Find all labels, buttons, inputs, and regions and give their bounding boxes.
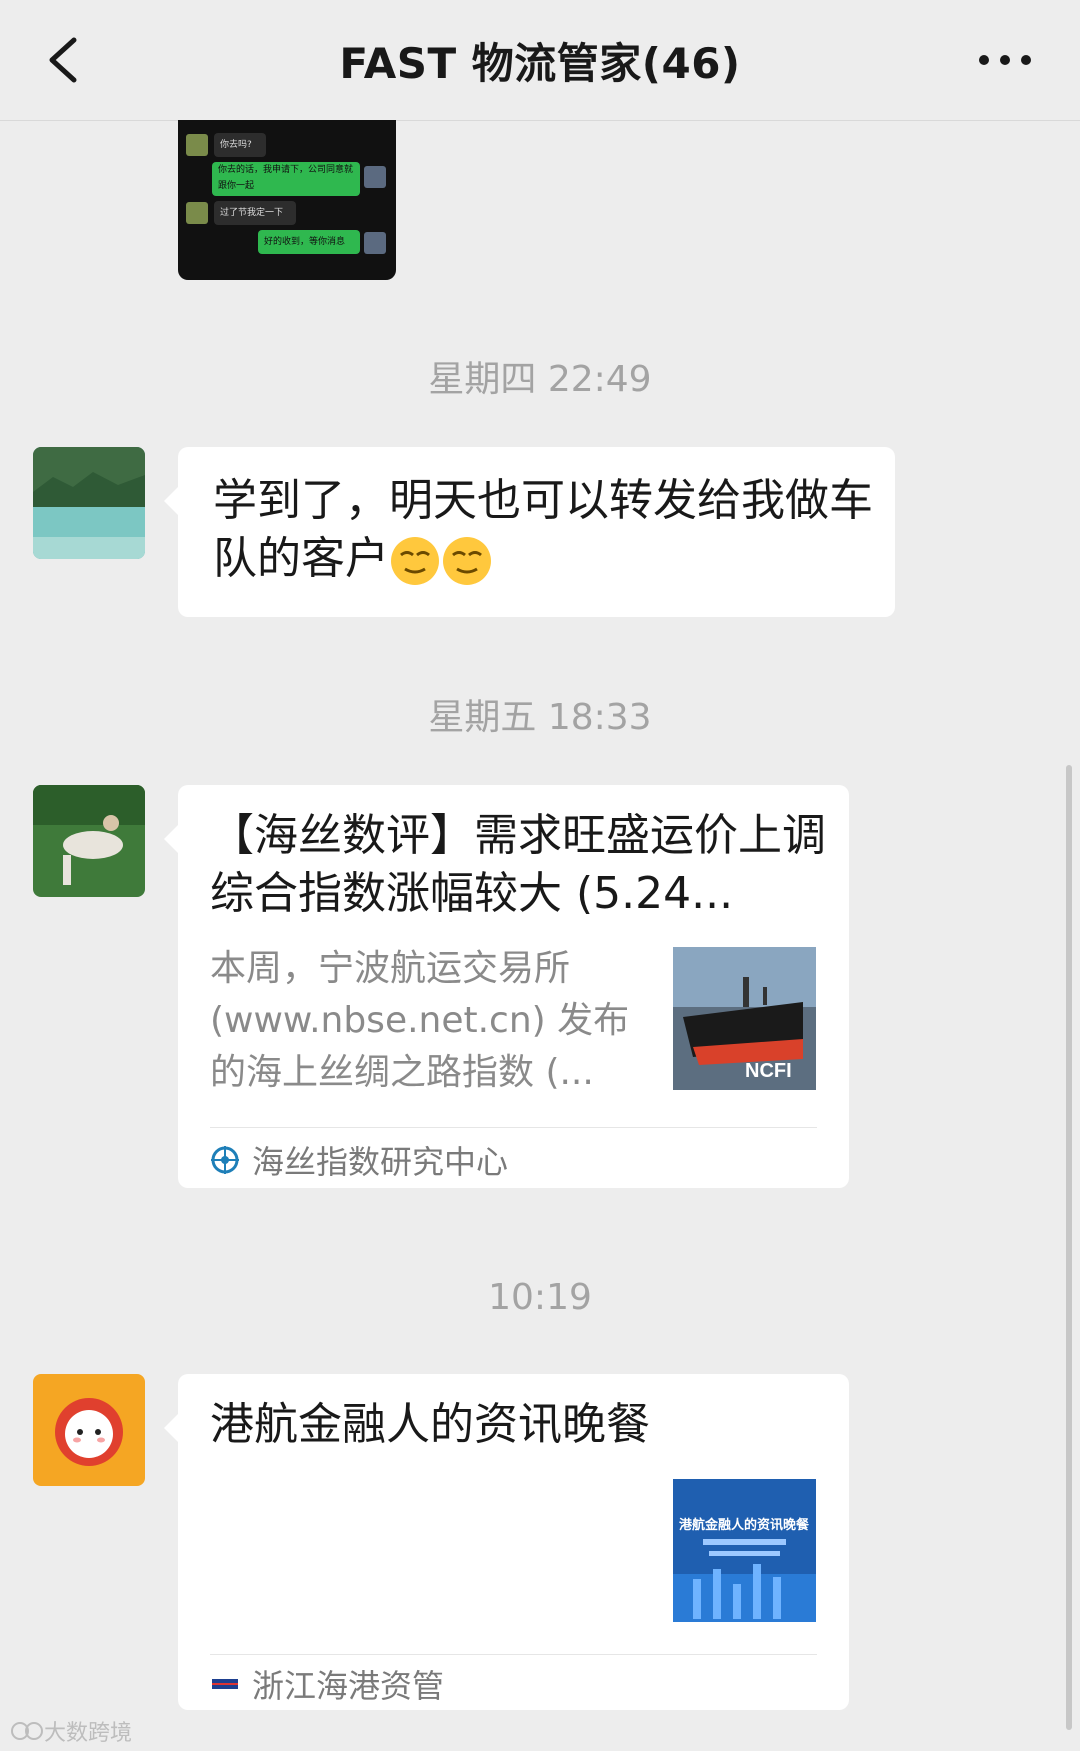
watermark: 大数跨境 bbox=[10, 1715, 132, 1747]
screenshot-bubble: 你去的话，我申请下，公司同意就跟你一起 bbox=[212, 162, 360, 196]
chat-title: FAST 物流管家(46) bbox=[339, 38, 741, 88]
image-message-chat-screenshot[interactable]: 你去吗? 你去的话，我申请下，公司同意就跟你一起 过了节我定一下 好的收到，等你… bbox=[178, 120, 396, 280]
compass-logo-icon bbox=[211, 1146, 239, 1174]
more-button[interactable] bbox=[970, 38, 1040, 82]
sly-smile-emoji-icon bbox=[441, 535, 493, 587]
avatar[interactable] bbox=[33, 447, 145, 559]
article-title: 【海丝数评】需求旺盛运价上调 综合指数涨幅较大 (5.24... bbox=[210, 810, 826, 919]
message-bubble[interactable]: 学到了，明天也可以转发给我做车队的客户 bbox=[164, 447, 895, 617]
screenshot-bubble: 好的收到，等你消息 bbox=[258, 230, 360, 254]
avatar[interactable] bbox=[33, 785, 145, 897]
article-thumbnail: 港航金融人的资讯晚餐 bbox=[673, 1479, 816, 1622]
card-divider bbox=[210, 1127, 817, 1128]
article-source: 浙江海港资管 bbox=[210, 1659, 444, 1709]
timestamp: 星期五 18:33 bbox=[428, 697, 652, 738]
scrollbar[interactable] bbox=[1066, 765, 1072, 1730]
screenshot-avatar bbox=[186, 134, 208, 156]
avatar[interactable] bbox=[33, 1374, 145, 1486]
svg-text:港航金融人的资讯晚餐: 港航金融人的资讯晚餐 bbox=[679, 1517, 810, 1533]
timestamp: 星期四 22:49 bbox=[428, 359, 652, 400]
watermark-logo-icon bbox=[11, 1722, 43, 1740]
article-thumbnail: NCFI bbox=[673, 947, 816, 1090]
article-card[interactable]: 【海丝数评】需求旺盛运价上调 综合指数涨幅较大 (5.24... 本周，宁波航运… bbox=[164, 785, 849, 1188]
source-name: 海丝指数研究中心 bbox=[252, 1143, 509, 1181]
sly-smile-emoji-icon bbox=[389, 535, 441, 587]
screenshot-avatar bbox=[364, 166, 386, 188]
screenshot-bubble: 你去吗? bbox=[214, 133, 266, 157]
timestamp: 10:19 bbox=[488, 1277, 592, 1318]
flag-logo-icon bbox=[212, 1679, 238, 1689]
message-text: 学到了，明天也可以转发给我做车队的客户 bbox=[213, 472, 873, 588]
screenshot-avatar bbox=[186, 202, 208, 224]
source-name: 浙江海港资管 bbox=[252, 1667, 445, 1705]
screenshot-bubble: 过了节我定一下 bbox=[214, 201, 296, 225]
more-dots-icon bbox=[979, 55, 1031, 65]
back-button[interactable] bbox=[38, 30, 98, 90]
article-description: 本周，宁波航运交易所(www.nbse.net.cn) 发布的海上丝绸之路指数 … bbox=[210, 948, 630, 1093]
article-title: 港航金融人的资讯晚餐 bbox=[210, 1399, 650, 1450]
article-card[interactable]: 港航金融人的资讯晚餐 港航金融人的资讯晚餐 浙江海港资管 bbox=[164, 1374, 849, 1710]
screenshot-avatar bbox=[364, 232, 386, 254]
svg-text:NCFI: NCFI bbox=[745, 1060, 792, 1082]
chat-header: FAST 物流管家(46) bbox=[0, 0, 1080, 121]
article-source: 海丝指数研究中心 bbox=[210, 1135, 508, 1185]
watermark-text: 大数跨境 bbox=[44, 1721, 133, 1746]
chevron-left-icon bbox=[49, 37, 77, 83]
card-divider bbox=[210, 1654, 817, 1655]
